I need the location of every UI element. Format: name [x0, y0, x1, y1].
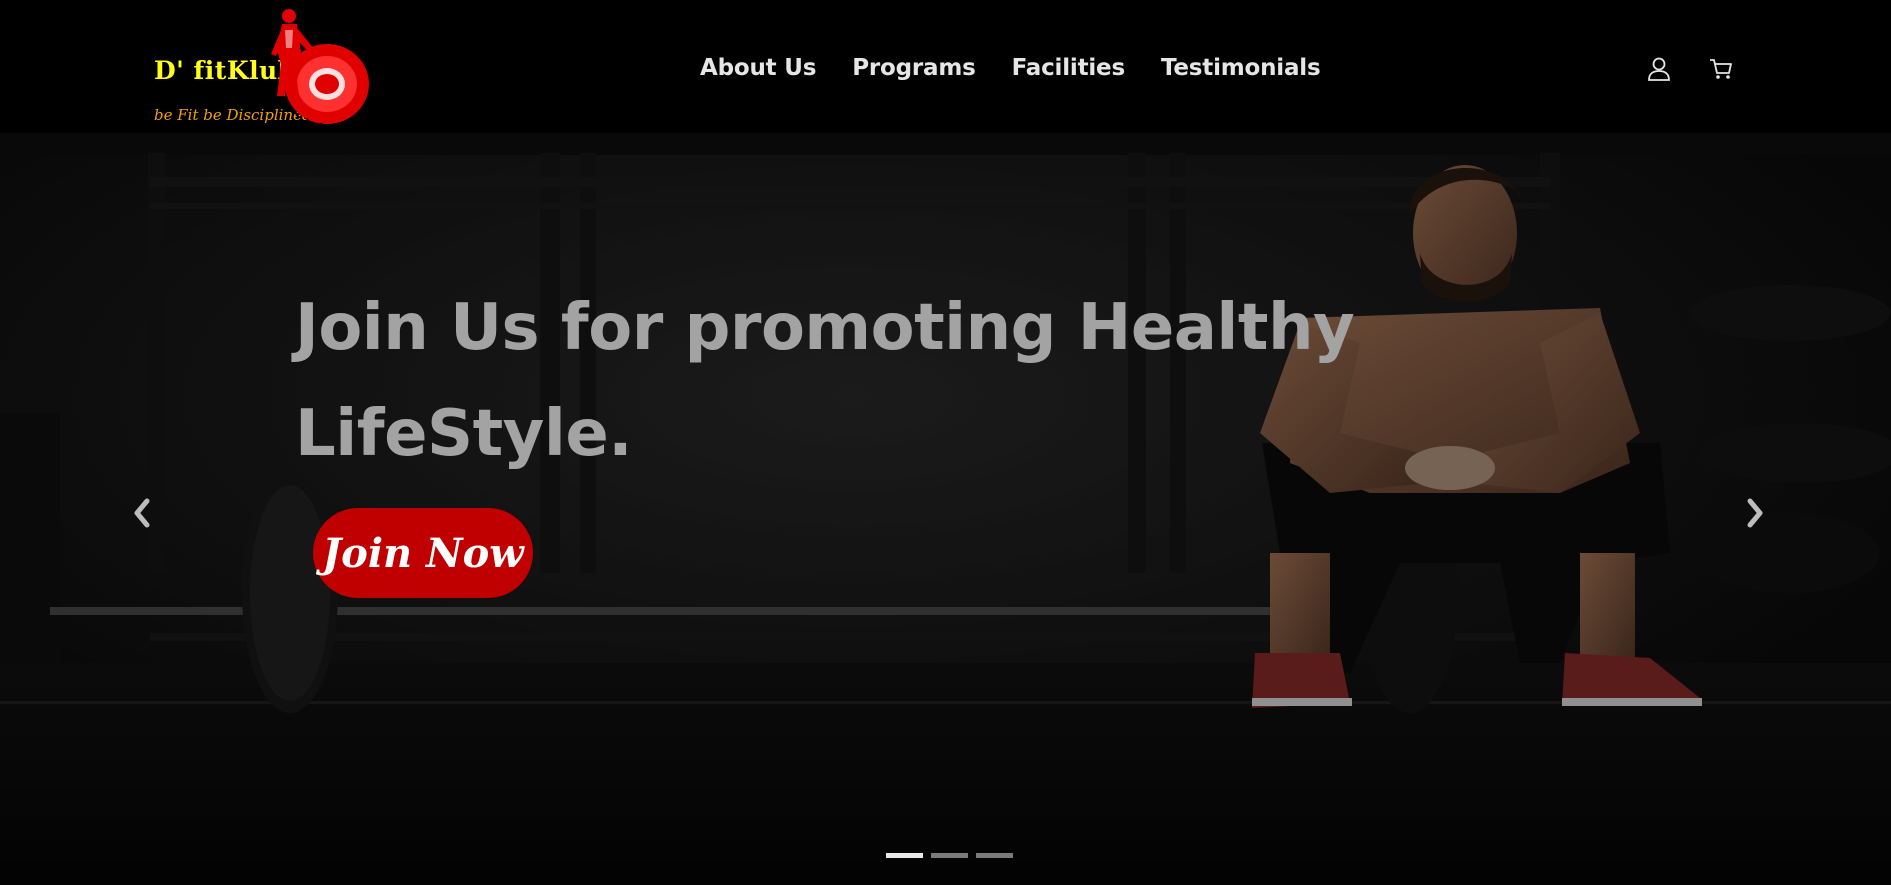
main-nav: About Us Programs Facilities Testimonial… — [700, 55, 1356, 81]
nav-testimonials[interactable]: Testimonials — [1161, 55, 1321, 81]
user-icon[interactable] — [1646, 56, 1672, 82]
brand-logo[interactable]: D' fitKlub be Fit be Disciplined. — [150, 0, 375, 133]
cart-icon[interactable] — [1708, 56, 1734, 82]
nav-about-us[interactable]: About Us — [700, 55, 816, 81]
hero-background-image — [0, 133, 1891, 885]
athlete-tire-logo-icon — [271, 9, 369, 130]
nav-facilities[interactable]: Facilities — [1012, 55, 1126, 81]
header-actions — [1646, 56, 1734, 82]
chevron-left-icon[interactable] — [127, 493, 157, 533]
join-now-button[interactable]: Join Now — [313, 508, 533, 598]
carousel-indicator-1[interactable] — [886, 853, 923, 858]
chevron-right-icon[interactable] — [1740, 493, 1770, 533]
carousel-indicators — [886, 853, 1013, 858]
nav-programs[interactable]: Programs — [852, 55, 976, 81]
hero-carousel: Join Us for promoting Healthy LifeStyle.… — [0, 133, 1891, 885]
carousel-indicator-3[interactable] — [976, 853, 1013, 858]
carousel-indicator-2[interactable] — [931, 853, 968, 858]
site-header: D' fitKlub be Fit be Disciplined. About … — [0, 0, 1891, 133]
hero-title: Join Us for promoting Healthy LifeStyle. — [295, 291, 1355, 471]
